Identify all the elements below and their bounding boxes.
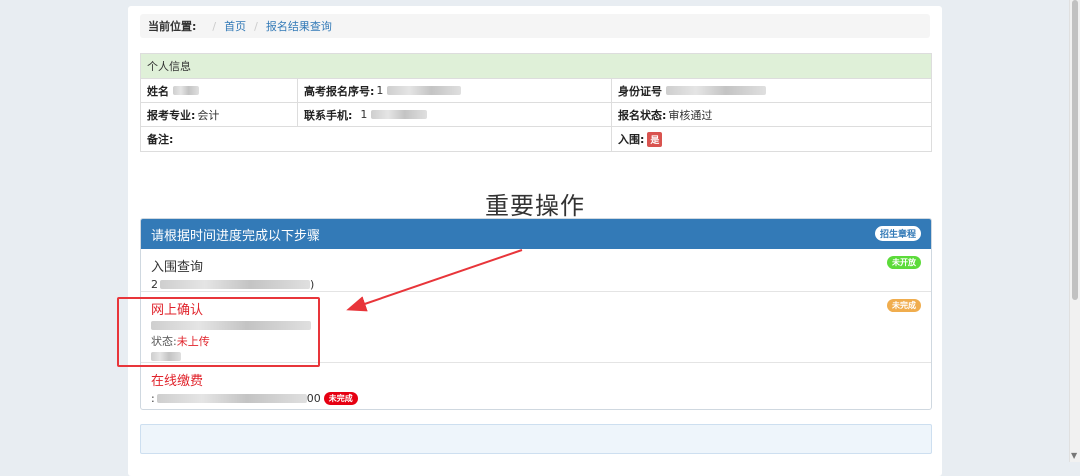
step-time-line: 2 ): [151, 278, 921, 291]
scroll-down-arrow-icon[interactable]: ▼: [1071, 451, 1077, 460]
breadcrumb-current-link[interactable]: 报名结果查询: [266, 18, 332, 34]
step-online-payment[interactable]: 在线缴费 : 00 未完成: [141, 363, 931, 408]
admission-rules-badge[interactable]: 招生章程: [874, 226, 921, 241]
id-cell: 身份证号: [612, 79, 931, 102]
remark-cell: 备注:: [141, 127, 612, 151]
main-title: 重要操作: [485, 192, 585, 220]
step-shortlist-query[interactable]: 入围查询 2 ) 未开放: [141, 249, 931, 292]
phone-cell: 联系手机: 1: [298, 103, 612, 126]
redacted-value: [666, 86, 766, 95]
step-time-suffix: ): [310, 278, 315, 291]
reg-status-cell: 报名状态: 审核通过: [612, 103, 931, 126]
steps-header-text: 请根据时间进度完成以下步骤: [151, 228, 321, 244]
shortlist-label: 入围:: [618, 133, 645, 146]
personal-info-table: 个人信息 姓名 高考报名序号: 1 身份证号 报考专业: 会计 联系手机: 1 …: [140, 53, 932, 152]
redacted-value: [371, 110, 428, 119]
page-scrollbar[interactable]: ▼: [1069, 0, 1080, 462]
breadcrumb: 当前位置: / 首页 / 报名结果查询: [140, 14, 930, 38]
exam-no-prefix: 1: [376, 84, 384, 97]
breadcrumb-separator: /: [254, 19, 258, 33]
steps-header: 请根据时间进度完成以下步骤 招生章程: [141, 219, 931, 249]
breadcrumb-label: 当前位置:: [148, 20, 197, 33]
name-label: 姓名: [147, 84, 169, 98]
step-title[interactable]: 入围查询: [151, 256, 921, 275]
step-time-prefix: :: [151, 392, 155, 405]
highlight-annotation-box: [117, 297, 320, 367]
major-label: 报考专业:: [147, 108, 196, 122]
major-value: 会计: [197, 108, 220, 122]
redacted-value: [156, 394, 307, 403]
status-badge: 未完成: [887, 299, 921, 312]
step-time-line: : 00 未完成: [151, 392, 921, 405]
redacted-value: [387, 86, 462, 95]
breadcrumb-separator: /: [212, 19, 217, 33]
main-page: 当前位置: / 首页 / 报名结果查询 个人信息 姓名 高考报名序号: 1 身份…: [128, 6, 942, 476]
info-row: 备注: 入围: 是: [141, 127, 931, 151]
phone-label: 联系手机:: [304, 108, 353, 122]
exam-no-cell: 高考报名序号: 1: [298, 79, 612, 102]
status-badge: 未完成: [323, 392, 358, 405]
info-row: 姓名 高考报名序号: 1 身份证号: [141, 79, 931, 103]
major-cell: 报考专业: 会计: [141, 103, 298, 126]
redacted-value: [160, 280, 310, 289]
notice-box: [140, 424, 932, 454]
reg-status-value: 审核通过: [668, 108, 713, 122]
name-cell: 姓名: [141, 79, 298, 102]
phone-prefix: 1: [360, 108, 368, 121]
step-time-prefix: 2: [151, 278, 158, 291]
scrollbar-thumb[interactable]: [1072, 0, 1078, 300]
personal-info-header: 个人信息: [141, 54, 931, 79]
id-label: 身份证号: [618, 84, 662, 98]
step-title[interactable]: 在线缴费: [151, 370, 921, 389]
breadcrumb-home-link[interactable]: 首页: [224, 18, 246, 34]
info-row: 报考专业: 会计 联系手机: 1 报名状态: 审核通过: [141, 103, 931, 127]
step-time-suffix: 00: [306, 392, 321, 405]
shortlist-cell: 入围: 是: [612, 127, 931, 151]
shortlist-badge: 是: [647, 131, 663, 147]
exam-no-label: 高考报名序号:: [304, 84, 375, 98]
redacted-value: [173, 86, 199, 95]
status-badge: 未开放: [887, 256, 921, 269]
remark-label: 备注:: [147, 133, 174, 146]
reg-status-label: 报名状态:: [618, 108, 667, 122]
